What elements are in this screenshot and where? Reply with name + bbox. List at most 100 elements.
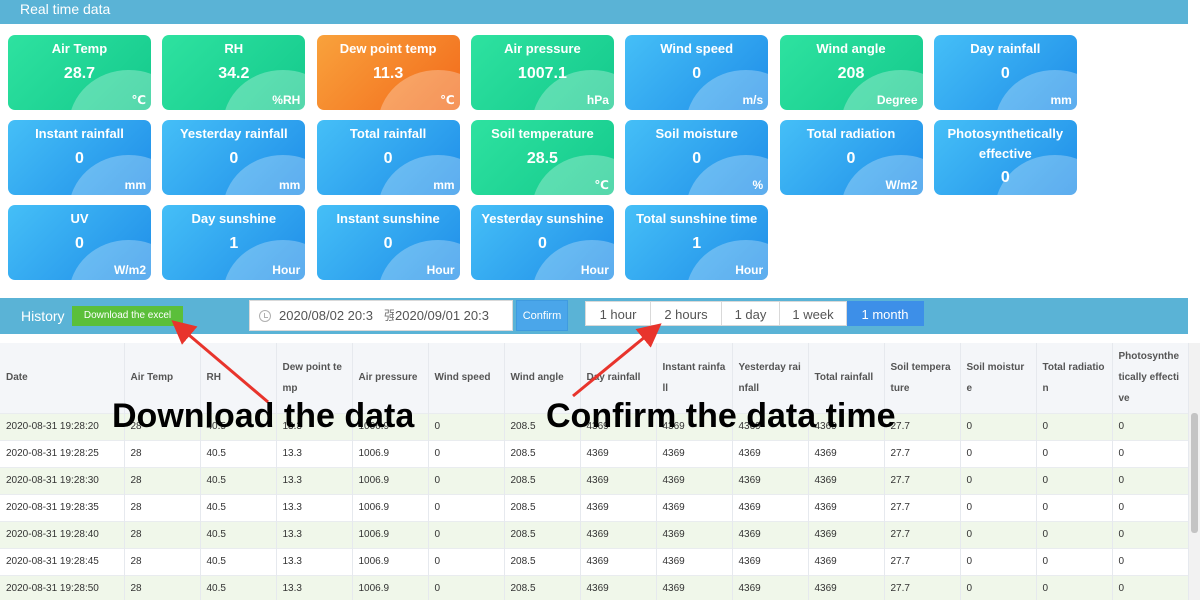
table-cell: 208.5 [504,520,581,548]
table-row[interactable]: 2020-08-31 19:28:40 28 40.5 13.3 1006.9 0 208.… [0,520,1189,548]
table-cell: 40.5 [200,466,277,494]
card-value: 34.2 [218,65,250,82]
card-unit: m/s [742,93,764,107]
realtime-title: Real time data [20,1,111,17]
table-cell: 4369 [580,520,657,548]
history-table-container: Date Air Temp RH Dew point temp Air pressure… [0,343,1189,600]
realtime-header-bar: Real time data [0,0,1188,24]
table-cell: 208.5 [504,466,581,494]
table-cell: 40.5 [200,547,277,575]
scrollbar-thumb[interactable] [1191,413,1198,533]
table-cell: 27.7 [884,574,961,600]
table-cell: 1006.9 [352,493,429,521]
card-unit: Hour [272,263,301,277]
table-cell: 0 [1112,493,1189,521]
table-row[interactable]: 2020-08-31 19:28:25 28 40.5 13.3 1006.9 0 208.… [0,439,1189,467]
card-unit: Degree [876,93,918,107]
table-cell: 28 [124,574,201,600]
table-cell: 208.5 [504,493,581,521]
table-cell: 13.3 [276,547,353,575]
card-value: 0 [383,150,393,167]
table-row[interactable]: 2020-08-31 19:28:30 28 40.5 13.3 1006.9 0 208.… [0,466,1189,494]
card-unit: Hour [735,263,764,277]
card-value: 0 [692,150,702,167]
date-range-picker[interactable]: 2020/08/02 20:3 强 2020/09/01 20:3 [249,300,513,331]
card-unit: %RH [272,93,301,107]
column-header[interactable]: Soil moisture [960,343,1037,413]
table-cell: 0 [428,547,505,575]
card-unit: hPa [586,93,609,107]
table-scrollbar[interactable] [1189,343,1200,600]
table-cell: 4369 [656,520,733,548]
table-cell: 1006.9 [352,520,429,548]
table-row[interactable]: 2020-08-31 19:28:50 28 40.5 13.3 1006.9 0 208.… [0,574,1189,600]
card-unit: ℃ [131,93,146,107]
card-value: 208 [837,65,865,82]
table-cell: 208.5 [504,439,581,467]
table-row[interactable]: 2020-08-31 19:28:45 28 40.5 13.3 1006.9 0 208.… [0,547,1189,575]
table-cell: 0 [1112,466,1189,494]
table-cell: 4369 [732,493,809,521]
table-cell: 4369 [732,439,809,467]
download-excel-button[interactable]: Download the excel [72,306,183,326]
card-label: Air pressure [504,41,581,56]
table-cell: 0 [1112,547,1189,575]
card-unit: Hour [426,263,455,277]
table-cell: 28 [124,520,201,548]
card-label: Yesterday rainfall [179,126,288,141]
table-cell: 0 [1112,439,1189,467]
card-photosynthetically-effective: Photosynthetically effective 0 [933,120,1077,195]
card-label: Soil temperature [491,126,594,141]
card-wind-speed: Wind speed 0 m/s [625,35,769,110]
table-cell: 0 [1036,466,1113,494]
table-cell: 4369 [808,493,885,521]
card-label: Instant rainfall [35,126,124,141]
dashboard-screen: Real time data Air Temp 28.7 ℃ RH 34.2 %RH Dew… [0,0,1200,600]
table-cell: 4369 [580,439,657,467]
range-1-day[interactable]: 1 day [722,301,780,326]
range-1-month[interactable]: 1 month [847,301,924,326]
table-cell: 1006.9 [352,574,429,600]
card-label: RH [224,41,244,56]
card-label: Total rainfall [349,126,427,141]
range-1-week[interactable]: 1 week [780,301,847,326]
column-header[interactable]: Date [0,343,125,413]
range-2-hours[interactable]: 2 hours [651,301,722,326]
column-header[interactable]: Wind speed [428,343,505,413]
table-cell: 0 [960,439,1037,467]
card-value: 1 [229,235,239,252]
confirm-button[interactable]: Confirm [516,300,568,331]
column-header[interactable]: Photosynthetically effective [1112,343,1189,413]
card-unit: % [752,178,764,192]
table-cell: 27.7 [884,439,961,467]
table-cell: 28 [124,493,201,521]
table-cell: 4369 [732,466,809,494]
table-cell: 2020-08-31 19:28:20 [0,412,125,440]
table-cell: 4369 [808,466,885,494]
card-unit: mm [124,178,146,192]
card-value: 0 [1000,169,1010,186]
annotation-download-data: Download the data [112,397,415,435]
table-cell: 0 [1036,493,1113,521]
card-rh: RH 34.2 %RH [162,35,306,110]
card-dew-point-temp: Dew point temp 11.3 ℃ [316,35,460,110]
date-range-start[interactable]: 2020/08/02 20:3 [279,301,384,330]
date-range-end[interactable]: 2020/09/01 20:3 [395,301,511,330]
table-cell: 2020-08-31 19:28:45 [0,547,125,575]
table-cell: 0 [428,520,505,548]
table-cell: 0 [428,493,505,521]
card-unit: mm [433,178,455,192]
card-total-radiation: Total radiation 0 W/m2 [779,120,923,195]
card-value: 0 [229,150,239,167]
column-header[interactable]: Total radiation [1036,343,1113,413]
table-row[interactable]: 2020-08-31 19:28:35 28 40.5 13.3 1006.9 0 208.… [0,493,1189,521]
history-title: History [21,308,65,324]
range-1-hour[interactable]: 1 hour [585,301,651,326]
table-cell: 4369 [656,439,733,467]
table-cell: 4369 [808,520,885,548]
card-label: UV [70,211,89,226]
table-cell: 208.5 [504,574,581,600]
table-cell: 4369 [580,466,657,494]
table-cell: 2020-08-31 19:28:30 [0,466,125,494]
table-cell: 0 [1036,439,1113,467]
